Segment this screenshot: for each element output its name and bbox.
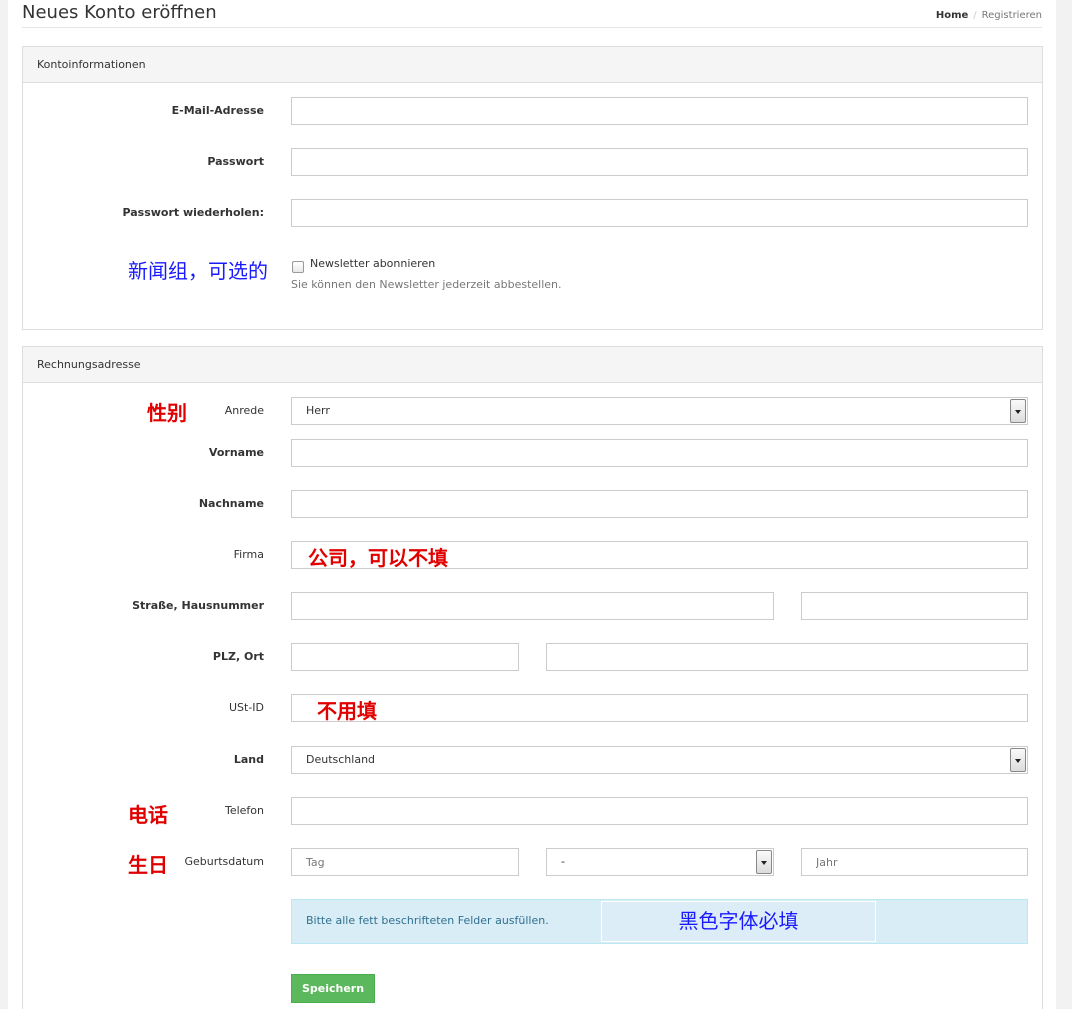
country-value: Deutschland [306, 753, 376, 766]
billing-panel-heading: Rechnungsadresse [23, 347, 1042, 383]
phone-row: Telefon [23, 797, 1042, 825]
city-input[interactable] [546, 643, 1028, 671]
company-label: Firma [233, 548, 264, 561]
chevron-down-icon[interactable] [756, 850, 772, 874]
birthdate-label: Geburtsdatum [184, 855, 264, 868]
account-panel-heading: Kontoinformationen [23, 47, 1042, 83]
firstname-label: Vorname [208, 446, 264, 459]
newsletter-hint: Sie können den Newsletter jederzeit abbe… [291, 278, 562, 291]
chevron-down-icon[interactable] [1010, 748, 1026, 772]
zip-input[interactable] [291, 643, 519, 671]
chevron-down-icon[interactable] [1010, 399, 1026, 423]
lastname-row: Nachname [23, 490, 1042, 518]
street-row: Straße, Hausnummer [23, 592, 1042, 620]
salutation-select[interactable]: Herr [291, 397, 1028, 425]
street-label: Straße, Hausnummer [132, 599, 264, 612]
newsletter-checkbox[interactable] [292, 261, 304, 273]
country-select[interactable]: Deutschland [291, 746, 1028, 774]
password-row: Passwort [23, 148, 1042, 176]
birth-month-select[interactable]: - [546, 848, 774, 876]
salutation-label: Anrede [224, 404, 264, 417]
firstname-row: Vorname [23, 439, 1042, 467]
zip-city-label: PLZ, Ort [212, 650, 264, 663]
lastname-label: Nachname [198, 497, 264, 510]
breadcrumb-home-link[interactable]: Home [936, 10, 968, 21]
page-header: Neues Konto eröffnen Home / Registrieren [22, 0, 1042, 28]
birthdate-row: Geburtsdatum - [23, 848, 1042, 876]
salutation-row: Anrede Herr [23, 397, 1042, 425]
country-row: Land Deutschland [23, 746, 1042, 774]
company-row: Firma 公司，可以不填 [23, 541, 1042, 570]
birth-day-input[interactable] [291, 848, 519, 876]
email-row: E-Mail-Adresse [23, 97, 1042, 125]
billing-panel: Rechnungsadresse 性别 Anrede Herr Vorname … [22, 346, 1043, 1009]
lastname-input[interactable] [291, 490, 1028, 518]
required-fields-text: Bitte alle fett beschrifteten Felder aus… [306, 914, 549, 927]
birth-year-input[interactable] [801, 848, 1028, 876]
password-label: Passwort [207, 155, 264, 168]
password-repeat-input[interactable] [291, 199, 1028, 227]
country-label: Land [233, 753, 264, 766]
breadcrumb: Home / Registrieren [936, 10, 1042, 21]
house-number-input[interactable] [801, 592, 1028, 620]
required-fields-annotation: 黑色字体必填 [601, 901, 876, 942]
save-button[interactable]: Speichern [291, 974, 375, 1003]
company-annotation: 公司，可以不填 [308, 546, 448, 570]
required-fields-alert: Bitte alle fett beschrifteten Felder aus… [291, 899, 1028, 944]
page-title: Neues Konto eröffnen [22, 2, 217, 23]
breadcrumb-current: Registrieren [981, 10, 1042, 21]
zip-city-row: PLZ, Ort [23, 643, 1042, 671]
page: Neues Konto eröffnen Home / Registrieren K… [8, 0, 1056, 1009]
vat-annotation: 不用填 [317, 699, 377, 723]
vat-row: USt-ID 不用填 [23, 694, 1042, 723]
salutation-value: Herr [306, 404, 330, 417]
password-repeat-label: Passwort wiederholen: [122, 206, 264, 219]
phone-input[interactable] [291, 797, 1028, 825]
newsletter-label[interactable]: Newsletter abonnieren [310, 257, 435, 270]
email-input[interactable] [291, 97, 1028, 125]
password-repeat-row: Passwort wiederholen: [23, 199, 1042, 227]
vat-label: USt-ID [228, 701, 264, 714]
birth-month-value: - [561, 855, 565, 868]
account-panel: Kontoinformationen E-Mail-Adresse Passwo… [22, 46, 1043, 330]
vat-input[interactable] [291, 694, 1028, 722]
firstname-input[interactable] [291, 439, 1028, 467]
breadcrumb-separator: / [973, 10, 977, 21]
newsletter-annotation: 新闻组，可选的 [128, 259, 268, 283]
password-input[interactable] [291, 148, 1028, 176]
street-input[interactable] [291, 592, 774, 620]
email-label: E-Mail-Adresse [171, 104, 264, 117]
phone-label: Telefon [224, 804, 264, 817]
